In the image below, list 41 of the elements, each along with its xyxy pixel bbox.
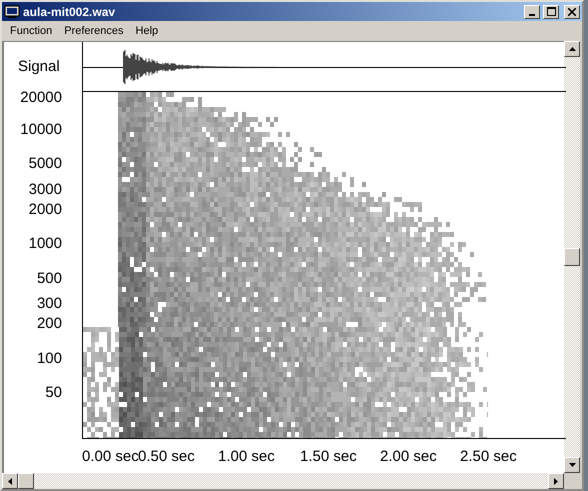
frequency-label: 500 <box>36 271 62 287</box>
down-arrow-icon <box>568 463 576 467</box>
frequency-label: 50 <box>44 385 62 401</box>
menu-item[interactable]: Help <box>130 25 164 37</box>
app-icon <box>4 4 20 18</box>
scroll-thumb[interactable] <box>564 248 580 266</box>
scroll-right-button[interactable] <box>548 473 564 489</box>
maximize-button[interactable] <box>543 4 559 18</box>
close-icon <box>568 8 576 16</box>
scroll-up-button[interactable] <box>564 41 580 57</box>
frequency-label: 100 <box>36 351 62 367</box>
minimize-icon <box>529 14 535 16</box>
time-label: 0.50 sec <box>138 449 195 465</box>
close-button[interactable] <box>564 4 580 18</box>
time-label: 2.50 sec <box>460 449 517 465</box>
frequency-label: 1000 <box>28 236 62 252</box>
minimize-button[interactable] <box>524 4 540 18</box>
time-label: 0.00 sec <box>82 449 139 465</box>
frequency-label: 2000 <box>28 202 62 218</box>
time-label: 2.00 sec <box>380 449 437 465</box>
vertical-scrollbar[interactable] <box>564 41 580 473</box>
frequency-label: 200 <box>36 316 62 332</box>
frequency-label: 20000 <box>19 90 62 106</box>
frequency-label: 10000 <box>19 122 62 138</box>
frequency-label: 3000 <box>28 182 62 198</box>
maximize-icon <box>546 7 556 16</box>
scroll-thumb[interactable] <box>18 473 34 489</box>
scroll-left-button[interactable] <box>2 473 18 489</box>
up-arrow-icon <box>568 47 576 51</box>
menu-item[interactable]: Function <box>4 25 58 37</box>
time-label: 1.50 sec <box>300 449 357 465</box>
frequency-label: 5000 <box>28 156 62 172</box>
time-label: 1.00 sec <box>218 449 275 465</box>
frequency-label: 300 <box>36 296 62 312</box>
signal-label: Signal <box>18 59 60 75</box>
window-title: aula-mit002.wav <box>23 4 116 18</box>
menu-item[interactable]: Preferences <box>58 25 130 37</box>
right-arrow-icon <box>554 478 558 484</box>
horizontal-scrollbar[interactable] <box>2 473 564 489</box>
left-arrow-icon <box>8 478 12 484</box>
scroll-down-button[interactable] <box>564 457 580 473</box>
